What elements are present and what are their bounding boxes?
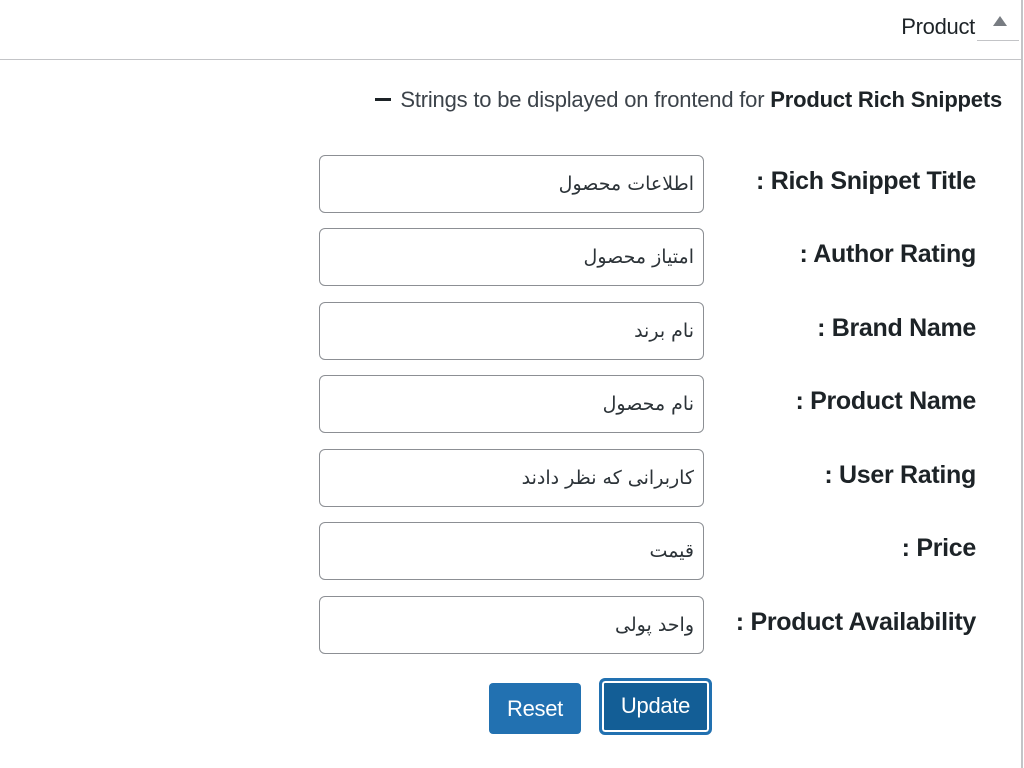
reset-button[interactable]: Reset — [489, 683, 581, 734]
price-label: : Price — [901, 534, 977, 562]
user-rating-input[interactable] — [319, 449, 704, 507]
brand-name-input[interactable] — [319, 302, 704, 360]
triangle-up-icon — [993, 16, 1007, 26]
product-availability-input[interactable] — [319, 596, 704, 654]
rich-snippet-title-input[interactable] — [319, 155, 704, 213]
postbox-header: Product — [0, 0, 1021, 60]
product-name-label: : Product Name — [795, 387, 976, 415]
field-row-rich-snippet-title: : Rich Snippet Title — [0, 155, 1021, 215]
rich-snippet-title-label: : Rich Snippet Title — [756, 167, 976, 195]
field-row-brand-name: : Brand Name — [0, 302, 1021, 362]
brand-name-label: : Brand Name — [817, 314, 976, 342]
panel-right-border — [1021, 0, 1023, 768]
description-emphasis: Product Rich Snippets — [770, 87, 1002, 112]
product-availability-label: : Product Availability — [735, 608, 977, 636]
author-rating-input[interactable] — [319, 228, 704, 286]
field-row-user-rating: : User Rating — [0, 449, 1021, 509]
field-row-product-availability: : Product Availability — [0, 596, 1021, 656]
update-button[interactable]: Update — [599, 678, 712, 735]
field-row-product-name: : Product Name — [0, 375, 1021, 435]
description-text: Strings to be displayed on frontend for — [400, 87, 765, 112]
collapse-toggle-button[interactable] — [977, 0, 1019, 41]
user-rating-label: : User Rating — [824, 461, 976, 489]
section-description: Strings to be displayed on frontend for … — [375, 87, 1002, 113]
field-row-price: : Price — [0, 522, 1021, 582]
price-input[interactable] — [319, 522, 704, 580]
dash-icon — [375, 97, 392, 101]
postbox-title: Product — [901, 14, 975, 39]
product-name-input[interactable] — [319, 375, 704, 433]
field-row-author-rating: : Author Rating — [0, 228, 1021, 288]
author-rating-label: : Author Rating — [799, 240, 977, 268]
